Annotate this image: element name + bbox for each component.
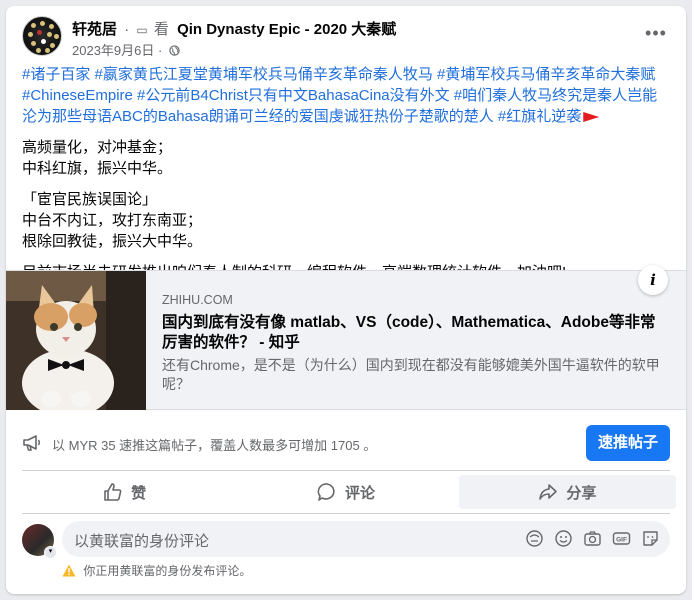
more-options-button[interactable]: ••• [644, 23, 668, 46]
post-paragraph: 高频量化，对冲基金； 中科红旗，振兴中华。 [22, 137, 672, 179]
comment-bubble-icon [317, 483, 335, 501]
sticker-icon[interactable] [641, 529, 660, 548]
watch-tv-icon: ▭ [136, 23, 148, 37]
commenter-avatar[interactable]: ▾ [22, 524, 57, 559]
emoji-icon[interactable] [554, 529, 573, 548]
divider [22, 470, 670, 471]
globe-icon [169, 45, 180, 56]
hashtag-list[interactable]: #诸子百家 #嬴家黄氏江夏堂黄埔军校兵马俑辛亥革命秦人牧马 #黄埔军校兵马俑辛亥… [22, 64, 672, 127]
link-info: ZHIHU.COM 国内到底有没有像 matlab、VS（code）、Mathe… [162, 293, 662, 394]
boost-description: 以 MYR 35 速推这篇帖子，覆盖人数最多可增加 1705 。 [52, 438, 377, 453]
comment-button[interactable]: 评论 [237, 475, 454, 509]
link-title[interactable]: 国内到底有没有像 matlab、VS（code）、Mathematica、Ado… [162, 313, 662, 353]
gif-icon[interactable]: GIF [612, 529, 631, 548]
share-button[interactable]: 分享 [458, 475, 676, 509]
like-button[interactable]: 赞 [16, 475, 233, 509]
camera-icon[interactable] [583, 529, 602, 548]
author-name[interactable]: 轩苑居 [72, 21, 117, 38]
post-line: 高频量化，对冲基金； [22, 139, 173, 156]
divider [22, 513, 670, 514]
link-thumbnail-cat-image [6, 271, 146, 410]
post-line: 「宦官民族误国论」 [22, 191, 158, 208]
page-name-link[interactable]: Qin Dynasty Epic - 2020 大秦赋 [177, 21, 396, 38]
avatar-sticker-icon[interactable] [525, 529, 544, 548]
red-flag-icon [583, 112, 600, 122]
megaphone-icon [23, 435, 40, 451]
post-paragraph: 「宦官民族误国论」 中台不内讧，攻打东南亚； 根除回教徒，振兴大中华。 [22, 189, 672, 252]
comment-tools: GIF [525, 529, 660, 548]
page-avatar[interactable] [22, 16, 62, 56]
post-actions: 赞 评论 分享 [16, 475, 676, 509]
post-body: #诸子百家 #嬴家黄氏江夏堂黄埔军校兵马俑辛亥革命秦人牧马 #黄埔军校兵马俑辛亥… [22, 64, 672, 283]
share-label: 分享 [566, 484, 597, 502]
link-preview[interactable]: ZHIHU.COM 国内到底有没有像 matlab、VS（code）、Mathe… [6, 265, 686, 410]
link-description: 还有Chrome，是不是（为什么）国内到现在都没有能够媲美外国牛逼软件的软甲呢？ [162, 357, 660, 392]
link-info-button[interactable]: i [638, 265, 668, 295]
separator-dot: · [124, 21, 130, 38]
switch-profile-chevron-icon[interactable]: ▾ [44, 546, 57, 559]
meta-separator: · [158, 43, 163, 58]
boost-bar: 以 MYR 35 速推这篇帖子，覆盖人数最多可增加 1705 。 速推帖子 [22, 424, 670, 464]
post-timestamp[interactable]: 2023年9月6日 [72, 43, 154, 58]
posting-as-note: 你正用黄联富的身份发布评论。 [62, 562, 251, 579]
post-line: 中科红旗，振兴中华。 [22, 160, 173, 177]
svg-text:GIF: GIF [616, 537, 627, 544]
comment-label: 评论 [344, 484, 375, 502]
post-card: 轩苑居 · ▭ 看 Qin Dynasty Epic - 2020 大秦赋 20… [6, 6, 686, 594]
info-icon: i [650, 271, 656, 289]
posting-as-text: 你正用黄联富的身份发布评论。 [83, 564, 252, 578]
post-line: 中台不内讧，攻打东南亚； [22, 212, 203, 229]
post-line: 根除回教徒，振兴大中华。 [22, 233, 203, 250]
more-horizontal-icon: ••• [645, 23, 667, 43]
link-domain: ZHIHU.COM [162, 293, 233, 307]
share-arrow-icon [539, 484, 558, 500]
like-label: 赞 [131, 484, 147, 502]
watch-label: 看 [153, 21, 169, 38]
comment-placeholder: 以黄联富的身份评论 [74, 533, 210, 550]
comment-input[interactable]: 以黄联富的身份评论 GIF [62, 521, 670, 557]
thumbs-up-icon [104, 483, 122, 501]
warning-icon [62, 564, 76, 577]
post-header: 轩苑居 · ▭ 看 Qin Dynasty Epic - 2020 大秦赋 20… [22, 16, 674, 60]
boost-post-button[interactable]: 速推帖子 [586, 425, 670, 461]
